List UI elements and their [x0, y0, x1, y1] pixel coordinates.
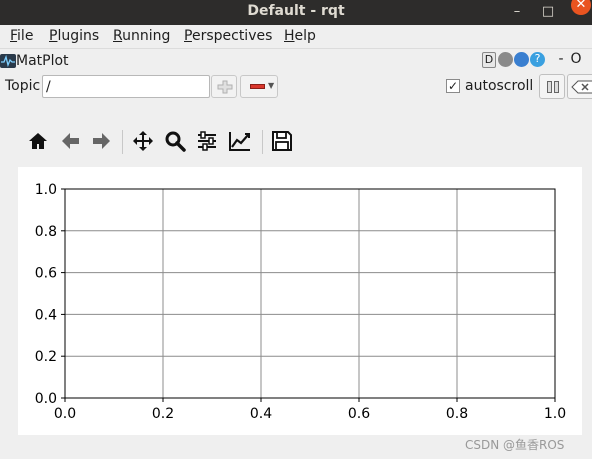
pause-button[interactable]: [539, 74, 565, 99]
help-icon[interactable]: ?: [530, 52, 545, 67]
plugin-name: MatPlot: [16, 53, 69, 69]
menu-help-mnemonic: H: [284, 28, 295, 44]
menu-running[interactable]: Running: [113, 28, 170, 44]
zoom-icon: [165, 131, 186, 152]
toolbar-separator: [262, 130, 263, 154]
menu-bar: File Plugins Running Perspectives Help: [0, 25, 592, 49]
add-topic-button[interactable]: [211, 75, 237, 98]
edit-axis-icon: [229, 132, 250, 151]
forward-button[interactable]: [86, 126, 118, 158]
reload-icon[interactable]: [498, 52, 513, 67]
remove-topic-button[interactable]: ▼: [240, 75, 278, 98]
autoscroll-checkbox[interactable]: ✓: [446, 79, 460, 93]
menu-running-label: unning: [122, 28, 171, 44]
plus-icon: [217, 80, 233, 94]
dock-button[interactable]: D: [482, 52, 496, 68]
pan-icon: [133, 131, 153, 151]
save-icon: [272, 131, 292, 151]
minimize-plugin-button[interactable]: -: [554, 52, 568, 68]
minus-icon: [250, 84, 265, 89]
edit-axis-button[interactable]: [223, 126, 255, 158]
watermark: CSDN @鱼香ROS: [465, 438, 565, 452]
autoscroll-label: autoscroll: [465, 78, 534, 94]
home-icon: [29, 133, 47, 149]
plot-canvas[interactable]: [18, 167, 582, 435]
menu-file[interactable]: File: [10, 28, 33, 44]
pause-icon: [547, 81, 552, 93]
window-titlebar: Default - rqt – □ ✕: [0, 0, 592, 25]
toolbar-separator: [122, 130, 123, 154]
menu-perspectives-mnemonic: P: [184, 28, 192, 44]
home-button[interactable]: [22, 126, 54, 158]
save-button[interactable]: [266, 126, 298, 158]
menu-help-label: elp: [294, 28, 316, 44]
plugin-header: MatPlot D ? - O: [0, 50, 592, 72]
forward-arrow-icon: [93, 133, 110, 149]
zoom-button[interactable]: [159, 126, 191, 158]
menu-help[interactable]: Help: [284, 28, 316, 44]
dropdown-arrow-icon: ▼: [268, 81, 275, 90]
topic-input[interactable]: [42, 75, 210, 98]
matplotlib-toolbar: [20, 126, 310, 158]
menu-plugins-label: lugins: [57, 28, 100, 44]
menu-plugins[interactable]: Plugins: [49, 28, 99, 44]
topic-label: Topic: [5, 78, 41, 94]
topic-row: Topic ▼ ✓ autoscroll: [0, 74, 592, 100]
menu-running-mnemonic: R: [113, 28, 123, 44]
clear-icon: [571, 80, 592, 94]
close-plugin-button[interactable]: O: [569, 52, 583, 68]
maximize-button[interactable]: □: [538, 2, 558, 22]
matplot-plugin-icon: [0, 54, 16, 68]
subplots-button[interactable]: [191, 126, 223, 158]
pan-button[interactable]: [127, 126, 159, 158]
refresh-icon[interactable]: [514, 52, 529, 67]
clear-button[interactable]: [567, 74, 592, 99]
menu-perspectives-label: erspectives: [191, 28, 273, 44]
subplots-icon: [198, 131, 216, 151]
pause-icon-bar: [554, 81, 559, 93]
menu-perspectives[interactable]: Perspectives: [184, 28, 272, 44]
back-arrow-icon: [62, 133, 79, 149]
minimize-button[interactable]: –: [507, 2, 527, 22]
menu-file-mnemonic: F: [10, 28, 18, 44]
window-title: Default - rqt: [247, 3, 345, 19]
back-button[interactable]: [54, 126, 86, 158]
menu-file-label: ile: [17, 28, 34, 44]
